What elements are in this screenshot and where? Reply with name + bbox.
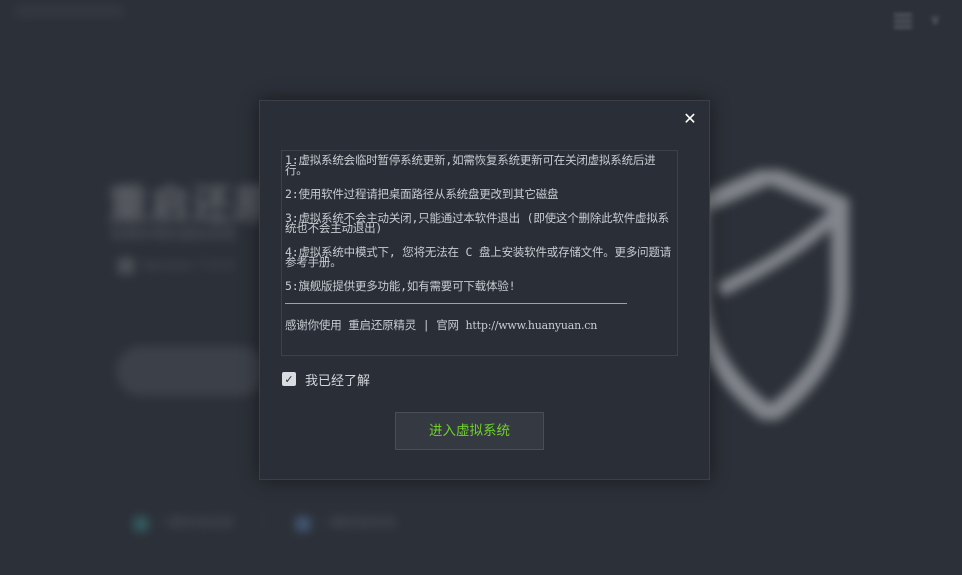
- bg-version: Version 7.0.0: [118, 258, 234, 274]
- chevron-down-icon[interactable]: ∨: [930, 12, 940, 28]
- install-icon: [296, 516, 310, 531]
- notice-line-4: 4:虚拟系统中模式下, 您将无法在 C 盘上安装软件或存储文件。更多问题请参考手…: [285, 245, 672, 269]
- bg-primary-button: [116, 346, 266, 396]
- thanks-line: 感谢你使用 重启还原精灵 | 官网 http://www.huanyuan.cn: [285, 318, 674, 332]
- restore-icon: [134, 516, 148, 531]
- menu-icon[interactable]: [894, 14, 912, 28]
- windows-icon: [118, 258, 134, 274]
- thanks-text: 感谢你使用 重启还原精灵 | 官网: [285, 318, 466, 332]
- website-link[interactable]: http://www.huanyuan.cn: [466, 319, 598, 332]
- divider: [285, 303, 627, 304]
- bg-link-left: 一键系统还原: [134, 512, 234, 531]
- bg-version-text: Version 7.0.0: [142, 258, 234, 274]
- app-logo: [14, 6, 124, 16]
- bg-link-right: 一键安装系统: [296, 512, 396, 531]
- agree-checkbox[interactable]: ✓: [282, 372, 296, 386]
- bg-link-left-text: 一键系统还原: [156, 516, 235, 531]
- bg-divider: [262, 508, 263, 532]
- notice-dialog: ✕ 1:虚拟系统会临时暂停系统更新,如需恢复系统更新可在关闭虚拟系统后进行。 2…: [259, 100, 710, 480]
- bg-subtitle: 免费好用的虚拟系统: [110, 227, 236, 243]
- notice-box: 1:虚拟系统会临时暂停系统更新,如需恢复系统更新可在关闭虚拟系统后进行。 2:使…: [281, 150, 678, 356]
- enter-virtual-system-button[interactable]: 进入虚拟系统: [395, 412, 544, 450]
- agree-row[interactable]: ✓ 我已经了解: [282, 370, 370, 389]
- notice-line-1: 1:虚拟系统会临时暂停系统更新,如需恢复系统更新可在关闭虚拟系统后进行。: [285, 153, 656, 177]
- notice-line-5: 5:旗舰版提供更多功能,如有需要可下载体验!: [285, 279, 516, 293]
- agree-label[interactable]: 我已经了解: [305, 370, 370, 389]
- shield-icon: [691, 170, 849, 420]
- app-window: 重启还原 免费好用的虚拟系统 Version 7.0.0 一键系统还原 一键安装…: [0, 0, 962, 575]
- notice-line-3: 3:虚拟系统不会主动关闭,只能通过本软件退出 (即使这个删除此软件虚拟系统也不会…: [285, 211, 669, 235]
- notice-line-2: 2:使用软件过程请把桌面路径从系统盘更改到其它磁盘: [285, 187, 559, 201]
- bg-title: 重启还原: [108, 182, 276, 228]
- window-controls: ∨: [892, 10, 952, 34]
- bg-link-right-text: 一键安装系统: [318, 516, 397, 531]
- close-icon[interactable]: ✕: [680, 109, 700, 129]
